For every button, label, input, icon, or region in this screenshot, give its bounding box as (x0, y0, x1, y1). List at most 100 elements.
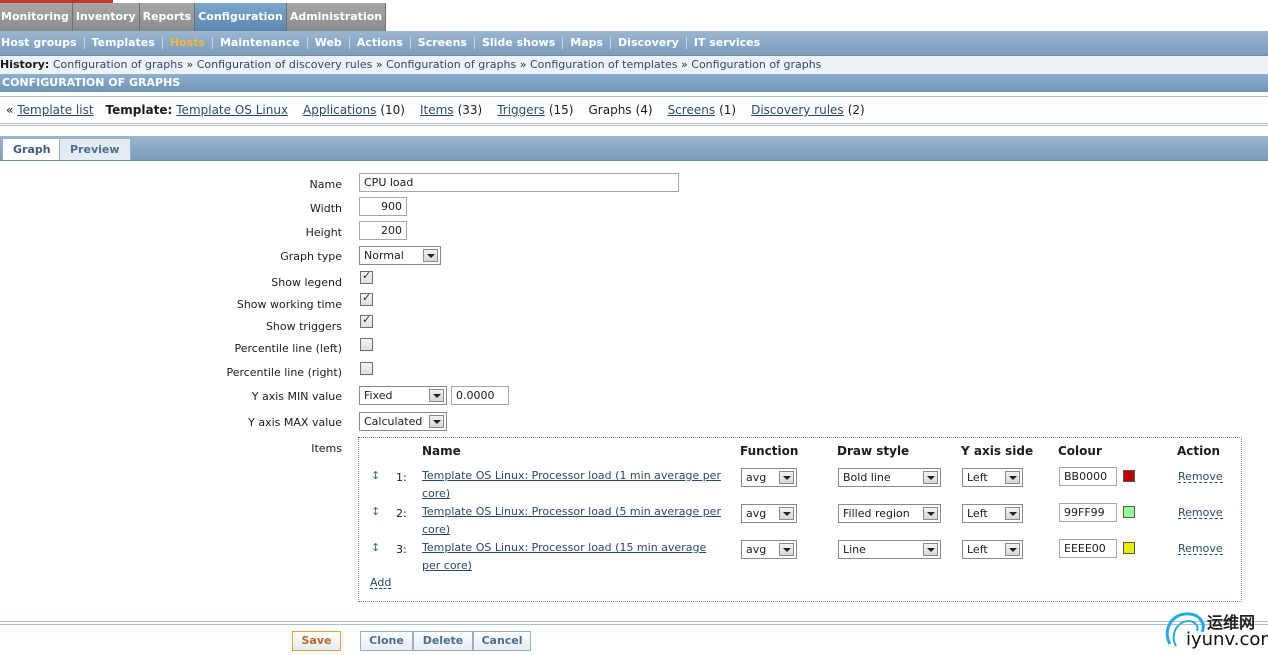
history-bar: History: Configuration of graphs » Confi… (0, 56, 1268, 74)
ymax-type-select[interactable]: Calculated (359, 412, 447, 431)
tab-preview[interactable]: Preview (59, 138, 131, 160)
width-input[interactable]: 900 (359, 197, 407, 216)
sub-menu-templates[interactable]: Templates (85, 37, 163, 49)
history-separator: » (375, 58, 383, 71)
discovery-rules-link[interactable]: Discovery rules (751, 103, 844, 117)
remove-link[interactable]: Remove (1178, 471, 1223, 483)
main-menu-configuration[interactable]: Configuration (195, 3, 287, 31)
main-menu-inventory[interactable]: Inventory (72, 3, 140, 31)
items-link[interactable]: Items (420, 103, 454, 117)
row-number: 2: (396, 507, 407, 520)
chevron-down-icon (1005, 543, 1020, 556)
item-name-link[interactable]: Template OS Linux: Processor load (5 min… (422, 503, 722, 539)
show-triggers-checkbox[interactable] (360, 313, 373, 328)
page-title: CONFIGURATION OF GRAPHS (0, 74, 1268, 92)
history-item[interactable]: Configuration of discovery rules (197, 58, 373, 71)
footer-divider (0, 621, 1268, 625)
main-menu: Monitoring Inventory Reports Configurati… (0, 3, 387, 31)
ymin-type-select[interactable]: Fixed (359, 386, 447, 405)
save-button[interactable]: Save (292, 631, 341, 651)
remove-link[interactable]: Remove (1178, 507, 1223, 519)
row-number: 3: (396, 543, 407, 556)
sub-menu-web[interactable]: Web (308, 37, 350, 49)
main-menu-reports[interactable]: Reports (139, 3, 196, 31)
sub-menu-actions[interactable]: Actions (350, 37, 411, 49)
colour-swatch[interactable] (1123, 506, 1135, 518)
history-item[interactable]: Configuration of templates (530, 58, 678, 71)
tab-graph[interactable]: Graph (2, 138, 62, 160)
applications-count: (10) (380, 103, 405, 117)
sub-menu-screens[interactable]: Screens (411, 37, 475, 49)
main-menu-monitoring[interactable]: Monitoring (0, 3, 73, 31)
sub-menu-maps[interactable]: Maps (563, 37, 612, 49)
remove-link[interactable]: Remove (1178, 543, 1223, 555)
sub-menu-maintenance[interactable]: Maintenance (213, 37, 308, 49)
graph-type-select[interactable]: Normal (359, 246, 441, 265)
template-name-link[interactable]: Template OS Linux (176, 103, 288, 117)
sub-menu-hosts[interactable]: Hosts (163, 37, 213, 49)
tab-bar: Graph Preview (0, 136, 1268, 161)
height-input[interactable]: 200 (359, 221, 407, 240)
sub-menu: Host groups Templates Hosts Maintenance … (0, 31, 1268, 56)
colour-input[interactable]: 99FF99 (1059, 503, 1117, 522)
percentile-left-checkbox[interactable] (360, 338, 373, 351)
history-separator: » (186, 58, 194, 71)
screens-link[interactable]: Screens (668, 103, 716, 117)
sub-menu-host-groups[interactable]: Host groups (0, 37, 85, 49)
y-axis-side-select[interactable]: Left (962, 540, 1023, 559)
ymin-type-value: Fixed (364, 389, 393, 402)
sub-menu-slide-shows[interactable]: Slide shows (475, 37, 564, 49)
row-number: 1: (396, 471, 407, 484)
y-axis-side-select[interactable]: Left (962, 468, 1023, 487)
draw-style-value: Line (843, 543, 866, 556)
item-name-link[interactable]: Template OS Linux: Processor load (1 min… (422, 467, 722, 503)
colour-input[interactable]: EEEE00 (1059, 539, 1117, 558)
colour-input[interactable]: BB0000 (1059, 467, 1117, 486)
chevron-down-icon (429, 389, 444, 402)
chevron-down-icon (779, 507, 794, 520)
y-axis-side-value: Left (967, 507, 988, 520)
graph-type-value: Normal (364, 249, 404, 262)
function-select[interactable]: avg (741, 540, 797, 559)
history-separator: » (519, 58, 527, 71)
items-label: Items (311, 442, 342, 455)
draw-style-select[interactable]: Bold line (838, 468, 941, 487)
function-value: avg (746, 543, 767, 556)
drag-handle-icon[interactable]: ↕ (371, 469, 380, 482)
chevron-down-icon (923, 507, 938, 520)
history-item[interactable]: Configuration of graphs (386, 58, 516, 71)
show-working-time-checkbox[interactable] (360, 291, 373, 306)
draw-style-select[interactable]: Filled region (838, 504, 941, 523)
colour-swatch[interactable] (1123, 470, 1135, 482)
chevron-down-icon (1005, 507, 1020, 520)
applications-link[interactable]: Applications (303, 103, 376, 117)
add-item-link[interactable]: Add (370, 577, 392, 589)
drag-handle-icon[interactable]: ↕ (371, 541, 380, 554)
function-select[interactable]: avg (741, 504, 797, 523)
name-input[interactable]: CPU load (359, 173, 679, 192)
draw-style-select[interactable]: Line (838, 540, 941, 559)
history-item[interactable]: Configuration of graphs (53, 58, 183, 71)
show-legend-checkbox[interactable] (360, 269, 373, 284)
delete-button[interactable]: Delete (413, 631, 473, 651)
colour-swatch[interactable] (1123, 542, 1135, 554)
chevron-down-icon (923, 471, 938, 484)
percentile-right-checkbox[interactable] (360, 362, 373, 375)
history-item[interactable]: Configuration of graphs (691, 58, 821, 71)
triggers-link[interactable]: Triggers (497, 103, 545, 117)
sub-menu-discovery[interactable]: Discovery (611, 37, 687, 49)
ymin-value-input[interactable]: 0.0000 (451, 386, 509, 405)
cancel-button[interactable]: Cancel (473, 631, 531, 651)
drag-handle-icon[interactable]: ↕ (371, 505, 380, 518)
discovery-rules-count: (2) (847, 103, 865, 117)
header-y-axis-side: Y axis side (961, 444, 1034, 458)
item-name-link[interactable]: Template OS Linux: Processor load (15 mi… (422, 539, 722, 575)
template-list-link[interactable]: Template list (17, 103, 93, 117)
ymax-label: Y axis MAX value (248, 416, 342, 429)
clone-button[interactable]: Clone (360, 631, 413, 651)
screens-count: (1) (719, 103, 737, 117)
sub-menu-it-services[interactable]: IT services (687, 37, 767, 49)
function-select[interactable]: avg (741, 468, 797, 487)
y-axis-side-select[interactable]: Left (962, 504, 1023, 523)
main-menu-administration[interactable]: Administration (286, 3, 387, 31)
